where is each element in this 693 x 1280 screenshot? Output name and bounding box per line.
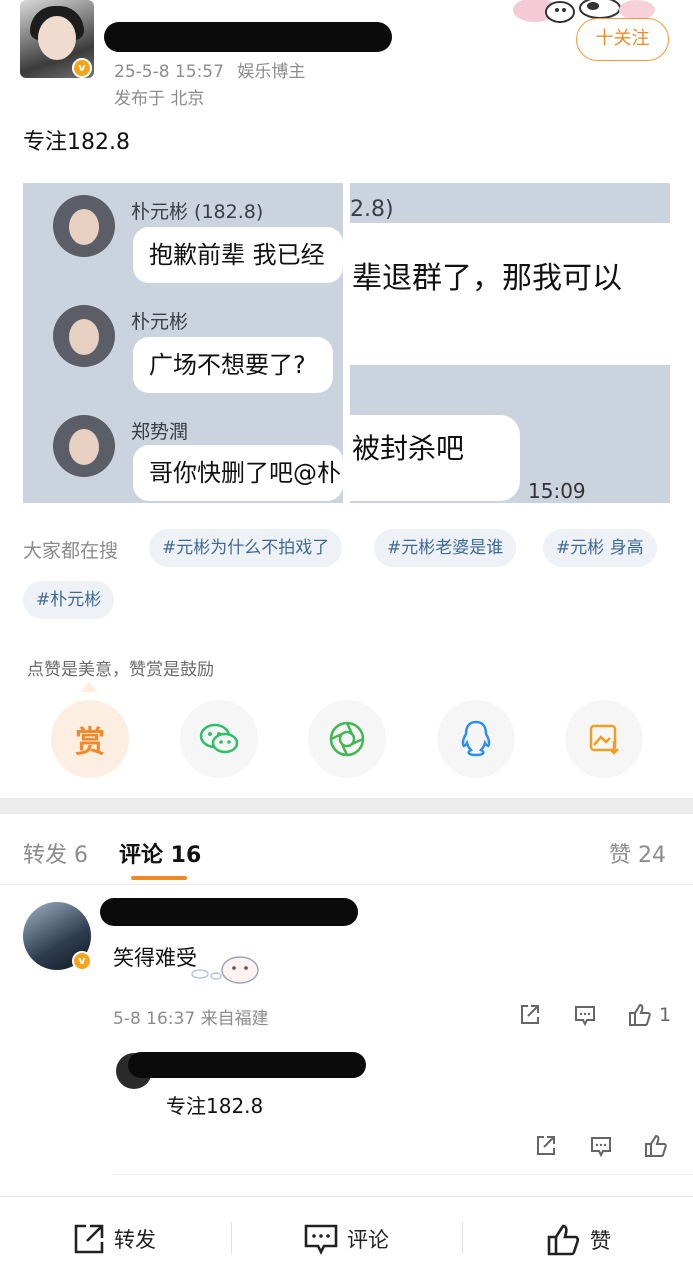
hot-search-tag[interactable]: #元彬 身高 bbox=[543, 529, 657, 567]
chat-bubble: 哥你快删了吧@朴 bbox=[133, 445, 343, 501]
tab-divider bbox=[0, 884, 693, 885]
comment-like-count: 1 bbox=[659, 1004, 672, 1026]
bottom-comment-label: 评论 bbox=[347, 1228, 389, 1252]
bottom-separator bbox=[231, 1222, 232, 1254]
reward-prompt: 点赞是美意，赞赏是鼓励 bbox=[27, 660, 214, 680]
share-moments-button[interactable] bbox=[308, 700, 386, 778]
chat-sender-name: 朴元彬 (182.8) bbox=[131, 201, 264, 223]
replier-name-redacted[interactable] bbox=[128, 1052, 366, 1078]
chat-sender-name: 郑势潤 bbox=[131, 421, 189, 443]
hot-search-tag[interactable]: #元彬老婆是谁 bbox=[374, 529, 517, 567]
chat-sender-name: 朴元彬 bbox=[131, 311, 189, 333]
post-image-right[interactable]: 2.8) 辈退群了，那我可以 被封杀吧 15:09 bbox=[350, 183, 670, 503]
comment-share-button[interactable] bbox=[518, 1003, 542, 1027]
comment-icon bbox=[575, 1006, 595, 1027]
comment-icon bbox=[591, 1137, 611, 1158]
reply-divider bbox=[113, 1174, 693, 1175]
bottom-comment-button[interactable]: 评论 bbox=[303, 1222, 389, 1256]
save-image-button[interactable] bbox=[565, 700, 643, 778]
share-qq-button[interactable] bbox=[437, 700, 515, 778]
share-wechat-button[interactable] bbox=[180, 700, 258, 778]
bottom-repost-label: 转发 bbox=[114, 1228, 156, 1252]
thumbs-up-icon bbox=[547, 1224, 580, 1256]
reward-button[interactable]: 赏 bbox=[51, 700, 129, 778]
bottom-like-button[interactable]: 赞 bbox=[546, 1222, 611, 1258]
chat-avatar bbox=[53, 195, 115, 257]
bottom-separator bbox=[462, 1222, 463, 1254]
commenter-name-redacted[interactable] bbox=[100, 898, 358, 926]
author-name-redacted[interactable] bbox=[104, 22, 392, 52]
chat-bubble: 广场不想要了? bbox=[133, 337, 333, 393]
share-icon bbox=[521, 1005, 539, 1024]
active-tab-indicator bbox=[131, 876, 187, 880]
post-text: 专注182.8 bbox=[23, 130, 130, 155]
bottom-like-label: 赞 bbox=[590, 1229, 611, 1253]
post-image-left[interactable]: 朴元彬 (182.8) 抱歉前辈 我已经 朴元彬 广场不想要了? 郑势潤 哥你快… bbox=[23, 183, 343, 503]
moments-icon bbox=[329, 721, 365, 757]
comment-meta: 5-8 16:37 来自福建 bbox=[113, 1009, 269, 1029]
tab-repost[interactable]: 转发 6 bbox=[23, 837, 88, 869]
bottom-repost-button[interactable]: 转发 bbox=[72, 1222, 156, 1256]
tab-comments[interactable]: 评论 16 bbox=[119, 837, 201, 869]
comment-reply-button[interactable] bbox=[573, 1003, 597, 1027]
comment-like-button[interactable]: 1 bbox=[627, 1002, 671, 1028]
hot-search-tag[interactable]: #元彬为什么不拍戏了 bbox=[149, 529, 343, 567]
thumbs-up-icon bbox=[645, 1134, 667, 1157]
post-timestamp: 25-5-8 15:57 bbox=[114, 62, 224, 82]
reply-like-button[interactable] bbox=[643, 1133, 669, 1159]
verified-badge-icon: v bbox=[72, 58, 92, 78]
post-meta: 25-5-8 15:57 娱乐博主 bbox=[114, 57, 305, 82]
tab-likes[interactable]: 赞 24 bbox=[609, 837, 666, 869]
reply-text: 专注182.8 bbox=[166, 1094, 264, 1118]
comment-icon bbox=[304, 1224, 338, 1255]
repost-icon bbox=[74, 1224, 104, 1254]
chat-header-fragment: 2.8) bbox=[350, 197, 394, 222]
wechat-icon bbox=[199, 723, 239, 754]
chat-bubble-text: 辈退群了，那我可以 bbox=[352, 261, 622, 296]
reply-comment-button[interactable] bbox=[589, 1134, 613, 1158]
hot-search-tag[interactable]: #朴元彬 bbox=[23, 581, 115, 619]
author-tag: 娱乐博主 bbox=[237, 62, 306, 82]
sticker-emoji-icon bbox=[191, 956, 259, 984]
section-divider bbox=[0, 798, 693, 814]
chat-avatar bbox=[53, 415, 115, 477]
follow-button[interactable]: 十关注 bbox=[576, 18, 669, 61]
hot-search-label: 大家都在搜 bbox=[23, 540, 119, 562]
chat-bubble: 抱歉前辈 我已经 bbox=[133, 227, 343, 283]
chat-bubble: 辈退群了，那我可以 bbox=[350, 223, 670, 365]
share-icon bbox=[537, 1136, 555, 1155]
tooltip-caret bbox=[80, 682, 98, 692]
qq-icon bbox=[461, 720, 491, 757]
thumbs-up-icon bbox=[629, 1003, 651, 1026]
verified-badge-icon: v bbox=[72, 951, 92, 971]
post-location: 发布于 北京 bbox=[114, 89, 205, 109]
chat-bubble: 被封杀吧 bbox=[350, 415, 520, 501]
chat-time: 15:09 bbox=[528, 479, 586, 503]
chat-avatar bbox=[53, 305, 115, 367]
reply-share-button[interactable] bbox=[534, 1134, 558, 1158]
save-image-icon bbox=[589, 724, 619, 755]
